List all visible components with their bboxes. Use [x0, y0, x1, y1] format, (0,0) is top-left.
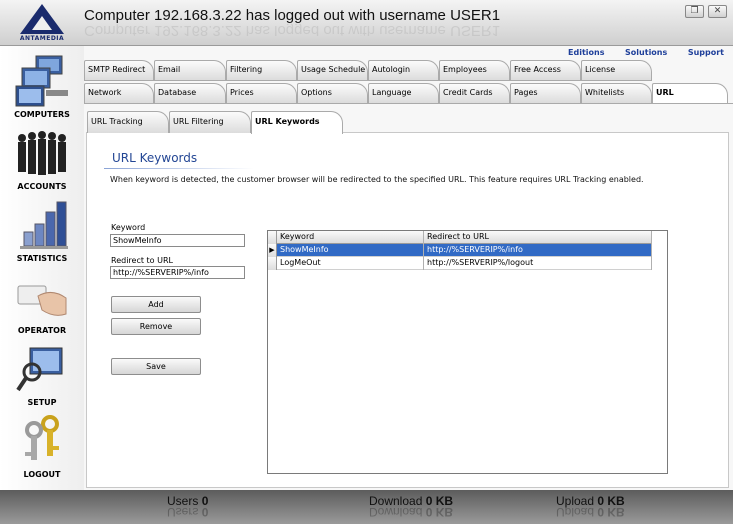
- tab-smtp-redirect[interactable]: SMTP Redirect: [84, 60, 154, 80]
- column-header-redirect[interactable]: Redirect to URL: [424, 231, 652, 244]
- cell-keyword: LogMeOut: [277, 257, 424, 270]
- sidebar-item-accounts[interactable]: ACCOUNTS: [0, 126, 84, 191]
- sidebar-item-logout[interactable]: LOGOUT: [0, 414, 84, 479]
- row-header: [268, 257, 277, 270]
- tab-email[interactable]: Email: [154, 60, 226, 80]
- operator-icon: [14, 270, 70, 324]
- users-value: 0: [201, 494, 209, 508]
- tab-filtering[interactable]: Filtering: [226, 60, 297, 80]
- download-value: 0 KB: [425, 494, 454, 508]
- keyword-label: Keyword: [111, 223, 146, 232]
- accounts-icon: [14, 126, 70, 180]
- save-button[interactable]: Save: [111, 358, 201, 375]
- download-label: Download: [369, 494, 423, 508]
- tab-autologin[interactable]: Autologin: [368, 60, 439, 80]
- top-links: Editions Solutions Support: [550, 48, 724, 57]
- tab-language[interactable]: Language: [368, 83, 439, 103]
- editions-link[interactable]: Editions: [568, 48, 604, 57]
- setup-icon: [14, 342, 70, 396]
- column-header-keyword[interactable]: Keyword: [277, 231, 424, 244]
- table-row[interactable]: ▶ ShowMeInfo http://%SERVERIP%/info: [268, 244, 652, 257]
- tab-row-divider: [84, 80, 652, 81]
- tab-employees[interactable]: Employees: [439, 60, 510, 80]
- users-stat: Users 0: [167, 494, 208, 508]
- table-header: Keyword Redirect to URL: [268, 231, 652, 244]
- sidebar-label: COMPUTERS: [14, 110, 70, 119]
- redirect-url-input[interactable]: [110, 266, 245, 279]
- window-title: Computer 192.168.3.22 has logged out wit…: [84, 7, 501, 24]
- window-title-reflection: Computer 192.168.3.22 has logged out wit…: [84, 24, 501, 36]
- page-description: When keyword is detected, the customer b…: [110, 175, 644, 184]
- redirect-label: Redirect to URL: [111, 256, 173, 265]
- sidebar-item-statistics[interactable]: STATISTICS: [0, 198, 84, 263]
- sidebar-item-computers[interactable]: COMPUTERS: [0, 54, 84, 119]
- heading-underline: [104, 168, 254, 169]
- status-bar: Users 0 Users 0 Download 0 KB Download 0…: [0, 490, 733, 524]
- table-row[interactable]: LogMeOut http://%SERVERIP%/logout: [268, 257, 652, 270]
- users-label: Users: [167, 494, 199, 508]
- sidebar: COMPUTERS ACCOUNTS STATISTICS OPERATOR S…: [0, 46, 84, 490]
- subtab-url-filtering[interactable]: URL Filtering: [169, 111, 251, 133]
- tab-license[interactable]: License: [581, 60, 652, 80]
- download-stat: Download 0 KB: [369, 494, 453, 508]
- sidebar-label: ACCOUNTS: [17, 182, 67, 191]
- logo-text: ANTAMEDIA: [19, 35, 65, 42]
- sidebar-label: LOGOUT: [23, 470, 61, 479]
- computers-icon: [14, 54, 70, 108]
- antamedia-logo: ANTAMEDIA: [14, 4, 70, 44]
- keyword-input[interactable]: [110, 234, 245, 247]
- cell-redirect-url: http://%SERVERIP%/logout: [424, 257, 652, 270]
- tab-credit-cards[interactable]: Credit Cards: [439, 83, 510, 103]
- tab-usage-schedule[interactable]: Usage Schedule: [297, 60, 368, 80]
- sidebar-label: SETUP: [27, 398, 57, 407]
- main-panel: Editions Solutions Support SMTP Redirect…: [84, 46, 733, 490]
- upload-label: Upload: [556, 494, 595, 508]
- restore-button[interactable]: ❐: [685, 5, 704, 18]
- sidebar-label: STATISTICS: [16, 254, 68, 263]
- tab-pages[interactable]: Pages: [510, 83, 581, 103]
- page-title: URL Keywords: [112, 151, 198, 165]
- title-bar: ANTAMEDIA Computer 192.168.3.22 has logg…: [0, 0, 733, 46]
- sidebar-label: OPERATOR: [17, 326, 67, 335]
- subtab-url-keywords[interactable]: URL Keywords: [251, 111, 343, 134]
- sidebar-item-operator[interactable]: OPERATOR: [0, 270, 84, 335]
- download-stat-reflection: Download 0 KB: [369, 507, 454, 517]
- tab-prices[interactable]: Prices: [226, 83, 297, 103]
- sidebar-item-setup[interactable]: SETUP: [0, 342, 84, 407]
- tab-free-access[interactable]: Free Access: [510, 60, 581, 80]
- solutions-link[interactable]: Solutions: [625, 48, 667, 57]
- remove-button[interactable]: Remove: [111, 318, 201, 335]
- tab-url[interactable]: URL: [652, 83, 728, 103]
- tab-whitelists[interactable]: Whitelists: [581, 83, 652, 103]
- subtab-url-tracking[interactable]: URL Tracking: [87, 111, 169, 133]
- cell-redirect-url: http://%SERVERIP%/info: [424, 244, 652, 257]
- add-button[interactable]: Add: [111, 296, 201, 313]
- upload-stat-reflection: Upload 0 KB: [556, 507, 625, 517]
- cell-keyword: ShowMeInfo: [277, 244, 424, 257]
- header-corner: [268, 231, 277, 244]
- keywords-table: Keyword Redirect to URL ▶ ShowMeInfo htt…: [267, 230, 668, 474]
- close-button[interactable]: ✕: [708, 5, 727, 18]
- logout-icon: [14, 414, 70, 468]
- tab-options[interactable]: Options: [297, 83, 368, 103]
- support-link[interactable]: Support: [688, 48, 724, 57]
- row-indicator-icon: ▶: [268, 244, 277, 257]
- tab-row-divider: [84, 103, 733, 104]
- statistics-icon: [14, 198, 70, 252]
- upload-value: 0 KB: [597, 494, 625, 508]
- tab-database[interactable]: Database: [154, 83, 226, 103]
- tab-network[interactable]: Network: [84, 83, 154, 103]
- users-stat-reflection: Users 0: [167, 507, 209, 517]
- upload-stat: Upload 0 KB: [556, 494, 625, 508]
- content-panel: URL Tracking URL Filtering URL Keywords …: [86, 111, 729, 488]
